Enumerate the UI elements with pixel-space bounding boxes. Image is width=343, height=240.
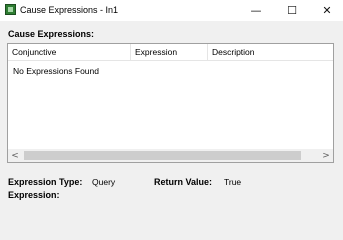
scroll-right-icon[interactable]: >: [319, 149, 333, 162]
column-header-expression[interactable]: Expression: [131, 44, 208, 61]
column-header-conjunctive[interactable]: Conjunctive: [8, 44, 131, 61]
scroll-left-icon[interactable]: <: [8, 149, 22, 162]
horizontal-scrollbar[interactable]: < >: [8, 149, 333, 162]
window-title: Cause Expressions - In1: [20, 5, 119, 15]
close-button[interactable]: ✕: [309, 0, 343, 21]
scroll-thumb[interactable]: [24, 151, 301, 160]
app-icon: [5, 4, 16, 15]
expression-type-value: Query: [92, 177, 116, 187]
minimize-button[interactable]: —: [238, 0, 274, 21]
expression-type-label: Expression Type:: [8, 177, 83, 187]
return-value-value: True: [224, 177, 242, 187]
title-bar: Cause Expressions - In1 — ☐ ✕: [0, 0, 343, 21]
return-value-label: Return Value:: [154, 177, 213, 187]
column-header-description[interactable]: Description: [208, 44, 333, 61]
maximize-button[interactable]: ☐: [274, 0, 310, 21]
cause-expressions-label: Cause Expressions:: [8, 29, 95, 39]
empty-list-message: No Expressions Found: [13, 66, 99, 76]
expression-label: Expression:: [8, 190, 60, 200]
expressions-list[interactable]: Conjunctive Expression Description No Ex…: [7, 43, 334, 163]
